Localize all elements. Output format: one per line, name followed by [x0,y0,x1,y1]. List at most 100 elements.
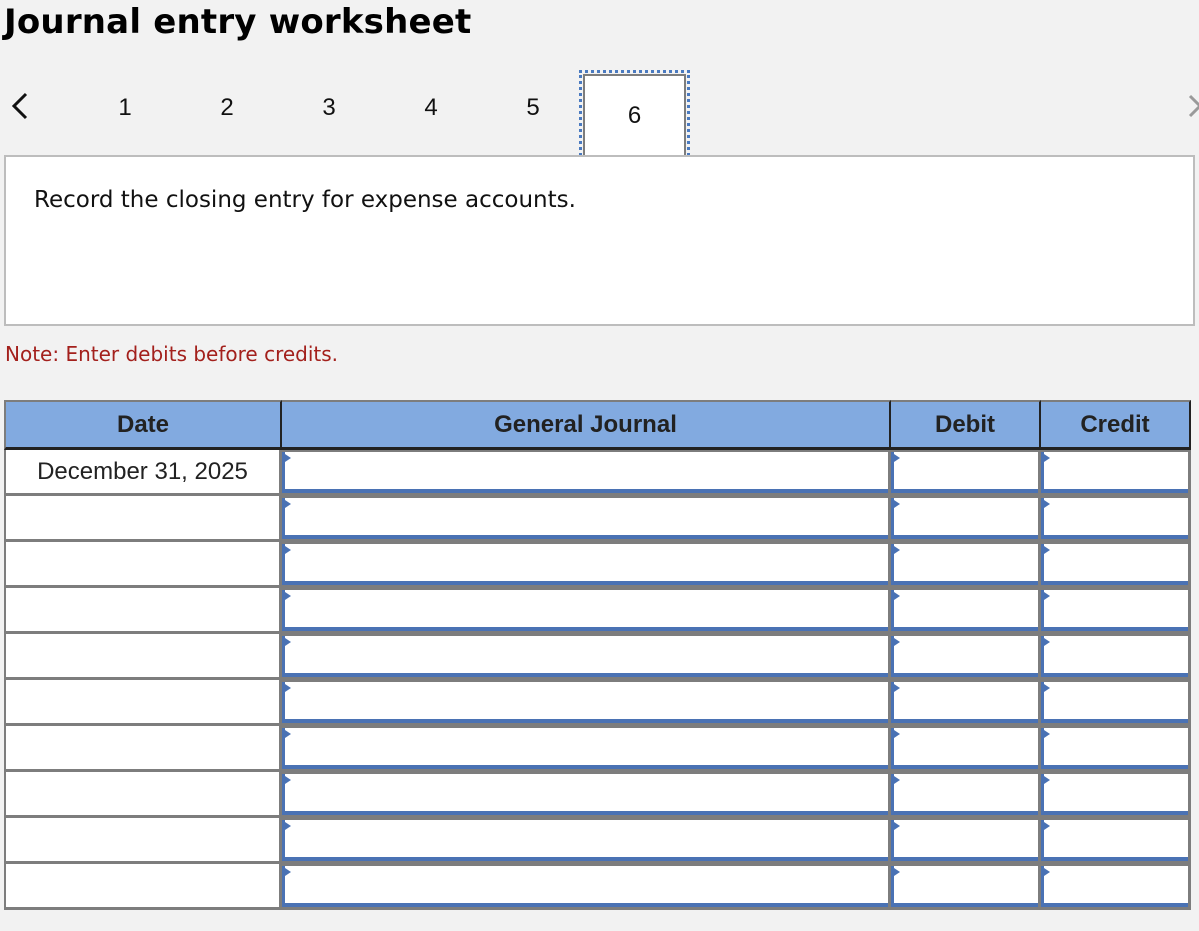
credit-input-cell [1041,772,1191,818]
step-tab-5[interactable]: 5 [518,94,548,122]
account-input[interactable] [282,682,888,723]
journal-row [4,588,1191,634]
debit-input[interactable] [891,820,1038,861]
column-header-credit: Credit [1041,400,1191,450]
cell-marker-icon [891,682,900,694]
credit-input-cell [1041,542,1191,588]
debit-input-cell [891,772,1041,818]
credit-input[interactable] [1041,498,1188,539]
cell-marker-icon [891,544,900,556]
credit-input[interactable] [1041,544,1188,585]
cell-marker-icon [1041,452,1050,464]
step-tab-4[interactable]: 4 [416,94,446,122]
debit-input[interactable] [891,636,1038,677]
credit-input-cell [1041,680,1191,726]
credit-input-cell [1041,588,1191,634]
cell-marker-icon [891,590,900,602]
cell-marker-icon [891,774,900,786]
debit-input[interactable] [891,498,1038,539]
debit-input[interactable] [891,866,1038,907]
credit-input[interactable] [1041,866,1188,907]
next-step-button[interactable] [1186,90,1199,122]
date-cell [4,772,282,818]
journal-row [4,772,1191,818]
debit-input[interactable] [891,544,1038,585]
journal-row [4,496,1191,542]
chevron-right-icon [1188,94,1199,118]
debit-input-cell [891,542,1041,588]
previous-step-button[interactable] [8,90,32,122]
credit-input[interactable] [1041,452,1188,493]
account-input-cell [282,588,891,634]
debit-input-cell [891,864,1041,910]
account-input[interactable] [282,866,888,907]
account-input[interactable] [282,498,888,539]
credit-input[interactable] [1041,682,1188,723]
credit-input[interactable] [1041,728,1188,769]
cell-marker-icon [1041,544,1050,556]
column-header-general-journal: General Journal [282,400,891,450]
account-input-cell [282,496,891,542]
cell-marker-icon [1041,498,1050,510]
column-header-debit: Debit [891,400,1041,450]
credit-input-cell [1041,496,1191,542]
account-input-cell [282,818,891,864]
instruction-text: Record the closing entry for expense acc… [34,187,576,213]
debit-input[interactable] [891,682,1038,723]
account-input[interactable] [282,544,888,585]
entry-note: Note: Enter debits before credits. [5,342,339,366]
account-input-cell [282,542,891,588]
account-input[interactable] [282,590,888,631]
account-input-cell [282,634,891,680]
debit-input-cell [891,726,1041,772]
date-cell [4,542,282,588]
debit-input-cell [891,818,1041,864]
cell-marker-icon [1041,728,1050,740]
account-input[interactable] [282,636,888,677]
account-input[interactable] [282,452,888,493]
account-input-cell [282,726,891,772]
cell-marker-icon [1041,590,1050,602]
cell-marker-icon [282,682,291,694]
credit-input[interactable] [1041,774,1188,815]
cell-marker-icon [891,498,900,510]
step-tab-1[interactable]: 1 [110,94,140,122]
cell-marker-icon [891,866,900,878]
journal-row [4,542,1191,588]
cell-marker-icon [891,728,900,740]
account-input-cell [282,680,891,726]
account-input[interactable] [282,728,888,769]
cell-marker-icon [891,636,900,648]
credit-input[interactable] [1041,820,1188,861]
worksheet-title: Journal entry worksheet [4,2,472,42]
debit-input[interactable] [891,728,1038,769]
debit-input-cell [891,588,1041,634]
credit-input-cell [1041,450,1191,496]
step-tab-2[interactable]: 2 [212,94,242,122]
cell-marker-icon [891,820,900,832]
credit-input[interactable] [1041,636,1188,677]
date-cell [4,818,282,864]
account-input-cell [282,772,891,818]
journal-row [4,680,1191,726]
debit-input[interactable] [891,452,1038,493]
date-cell [4,634,282,680]
account-input[interactable] [282,774,888,815]
instruction-panel: Record the closing entry for expense acc… [4,155,1195,326]
account-input-cell [282,450,891,496]
credit-input[interactable] [1041,590,1188,631]
chevron-left-icon [11,92,28,120]
debit-input-cell [891,680,1041,726]
step-tab-6-active[interactable]: 6 [579,70,690,161]
debit-input-cell [891,634,1041,680]
account-input[interactable] [282,820,888,861]
cell-marker-icon [1041,866,1050,878]
date-cell [4,496,282,542]
credit-input-cell [1041,864,1191,910]
debit-input[interactable] [891,590,1038,631]
date-cell [4,588,282,634]
step-tab-3[interactable]: 3 [314,94,344,122]
debit-input-cell [891,450,1041,496]
credit-input-cell [1041,818,1191,864]
debit-input[interactable] [891,774,1038,815]
